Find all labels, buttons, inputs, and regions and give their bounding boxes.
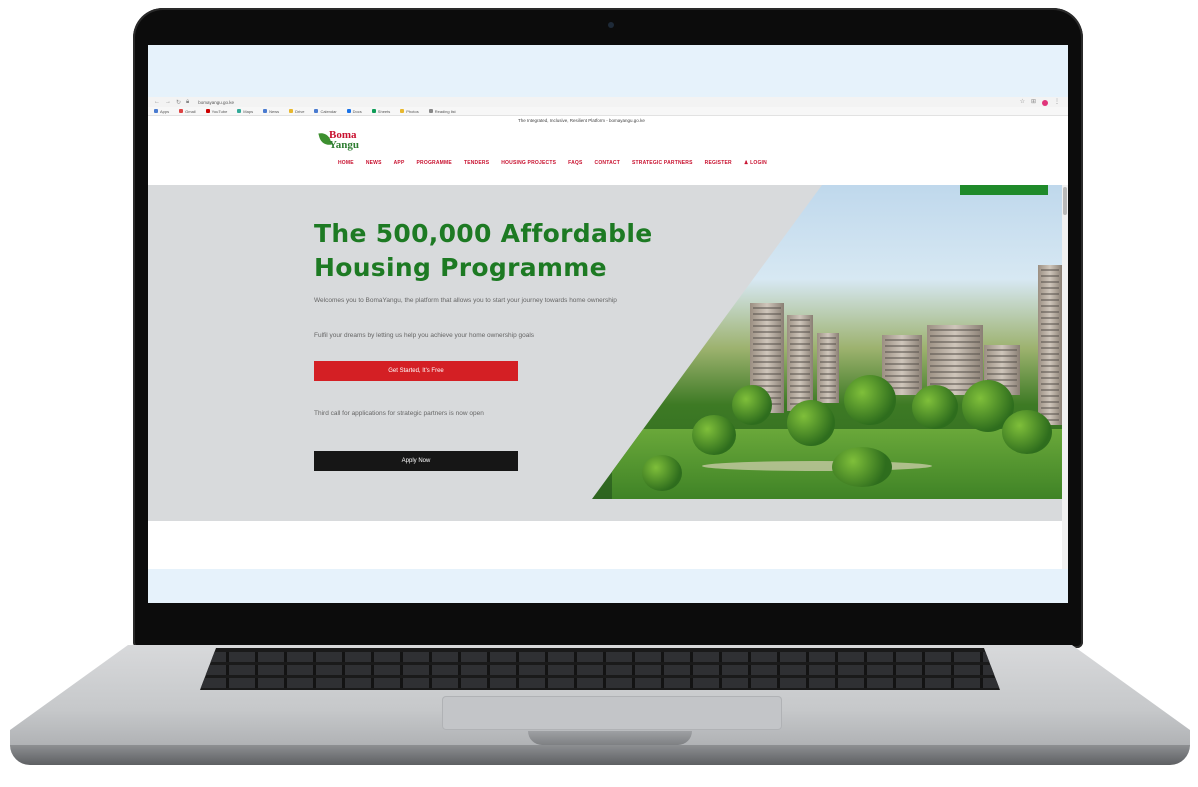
- nav-home[interactable]: HOME: [338, 160, 354, 166]
- laptop-base-edge: [10, 745, 1190, 765]
- toolbar-actions: ☆ ⊞ ⋮: [1020, 98, 1068, 106]
- bookmark-item[interactable]: Reading list: [428, 109, 456, 114]
- bookmarks-bar: Apps Gmail YouTube Maps News Drive Calen…: [148, 107, 1068, 116]
- extensions-icon[interactable]: ⊞: [1031, 98, 1036, 106]
- strategic-partners-notice: Third call for applications for strategi…: [314, 410, 484, 417]
- lock-icon: 🔒︎: [186, 98, 190, 105]
- laptop-trackpad: [442, 696, 782, 730]
- bookmark-item[interactable]: YouTube: [205, 109, 227, 114]
- apply-now-button[interactable]: Apply Now: [314, 451, 518, 471]
- bookmark-item[interactable]: Apps: [154, 109, 169, 114]
- bookmark-item[interactable]: Maps: [237, 109, 253, 114]
- nav-contact[interactable]: CONTACT: [595, 160, 620, 166]
- nav-housing-projects[interactable]: HOUSING PROJECTS: [501, 160, 556, 166]
- hero-section: The 500,000 Affordable Housing Programme…: [148, 185, 1062, 521]
- nav-faqs[interactable]: FAQS: [568, 160, 582, 166]
- hero-title: The 500,000 Affordable Housing Programme: [314, 219, 653, 282]
- bookmark-item[interactable]: Sheets: [371, 109, 390, 114]
- webcam-icon: [608, 22, 614, 28]
- scrollbar-thumb[interactable]: [1063, 187, 1067, 215]
- bookmark-item[interactable]: Calendar: [314, 109, 337, 114]
- browser-toolbar: ← → ↻ 🔒︎ bomayangu.go.ke ☆ ⊞ ⋮: [148, 97, 1068, 107]
- nav-news[interactable]: NEWS: [366, 160, 382, 166]
- star-icon[interactable]: ☆: [1020, 98, 1025, 106]
- user-icon: ♟︎: [743, 160, 749, 166]
- site-header: The Integrated, Inclusive, Resilient Pla…: [148, 116, 1068, 184]
- laptop-keyboard: [200, 648, 1000, 690]
- nav-programme[interactable]: PROGRAMME: [417, 160, 452, 166]
- menu-icon[interactable]: ⋮: [1054, 98, 1060, 106]
- nav-register[interactable]: REGISTER: [705, 160, 732, 166]
- nav-strategic-partners[interactable]: STRATEGIC PARTNERS: [632, 160, 693, 166]
- address-bar[interactable]: bomayangu.go.ke: [198, 100, 234, 105]
- logo-line2: Yangu: [329, 139, 359, 151]
- hero-subtext: Fulfil your dreams by letting us help yo…: [314, 332, 535, 339]
- bookmark-item[interactable]: Drive: [289, 109, 304, 114]
- browser-window: ← → ↻ 🔒︎ bomayangu.go.ke ☆ ⊞ ⋮ Apps Gmai…: [148, 97, 1068, 569]
- forward-icon[interactable]: →: [165, 99, 171, 105]
- bookmark-item[interactable]: Photos: [400, 109, 419, 114]
- nav-app[interactable]: APP: [394, 160, 405, 166]
- reload-icon[interactable]: ↻: [176, 99, 181, 106]
- announcement-bar: The Integrated, Inclusive, Resilient Pla…: [518, 118, 645, 123]
- top-right-green-button[interactable]: [960, 185, 1048, 195]
- page-scrollbar[interactable]: [1062, 185, 1068, 569]
- laptop-screen: ← → ↻ 🔒︎ bomayangu.go.ke ☆ ⊞ ⋮ Apps Gmai…: [148, 45, 1068, 603]
- main-nav: HOME NEWS APP PROGRAMME TENDERS HOUSING …: [338, 160, 767, 166]
- bookmark-item[interactable]: Docs: [346, 109, 362, 114]
- nav-login[interactable]: ♟︎ LOGIN: [744, 160, 767, 166]
- laptop-notch: [528, 731, 692, 745]
- get-started-button[interactable]: Get Started, It's Free: [314, 361, 518, 381]
- bookmark-item[interactable]: News: [263, 109, 279, 114]
- hero-welcome-text: Welcomes you to BomaYangu, the platform …: [314, 297, 617, 304]
- site-logo[interactable]: Boma Yangu: [318, 130, 370, 154]
- nav-tenders[interactable]: TENDERS: [464, 160, 489, 166]
- bookmark-item[interactable]: Gmail: [179, 109, 196, 114]
- profile-avatar[interactable]: [1042, 100, 1048, 106]
- back-icon[interactable]: ←: [154, 99, 160, 105]
